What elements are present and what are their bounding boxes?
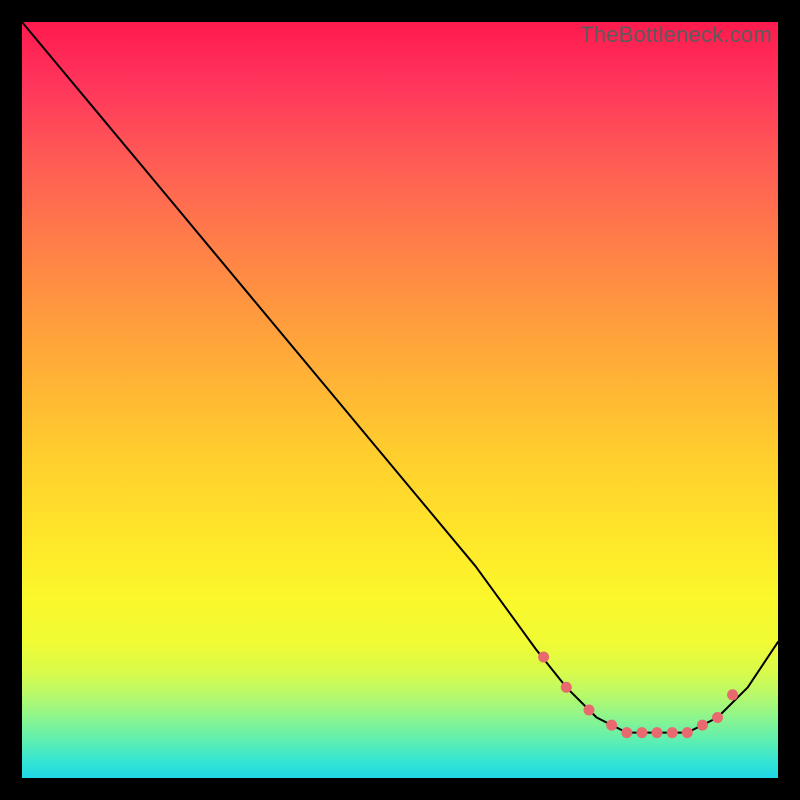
data-marker bbox=[652, 727, 663, 738]
data-marker bbox=[621, 727, 632, 738]
data-marker bbox=[636, 727, 647, 738]
data-marker bbox=[712, 712, 723, 723]
data-marker bbox=[667, 727, 678, 738]
marker-group bbox=[538, 652, 738, 739]
data-marker bbox=[682, 727, 693, 738]
data-marker bbox=[606, 720, 617, 731]
data-marker bbox=[727, 689, 738, 700]
data-marker bbox=[561, 682, 572, 693]
data-marker bbox=[697, 720, 708, 731]
chart-svg bbox=[22, 22, 778, 778]
chart-frame: TheBottleneck.com bbox=[0, 0, 800, 800]
plot-area: TheBottleneck.com bbox=[22, 22, 778, 778]
data-curve bbox=[22, 22, 778, 733]
data-marker bbox=[584, 705, 595, 716]
data-marker bbox=[538, 652, 549, 663]
